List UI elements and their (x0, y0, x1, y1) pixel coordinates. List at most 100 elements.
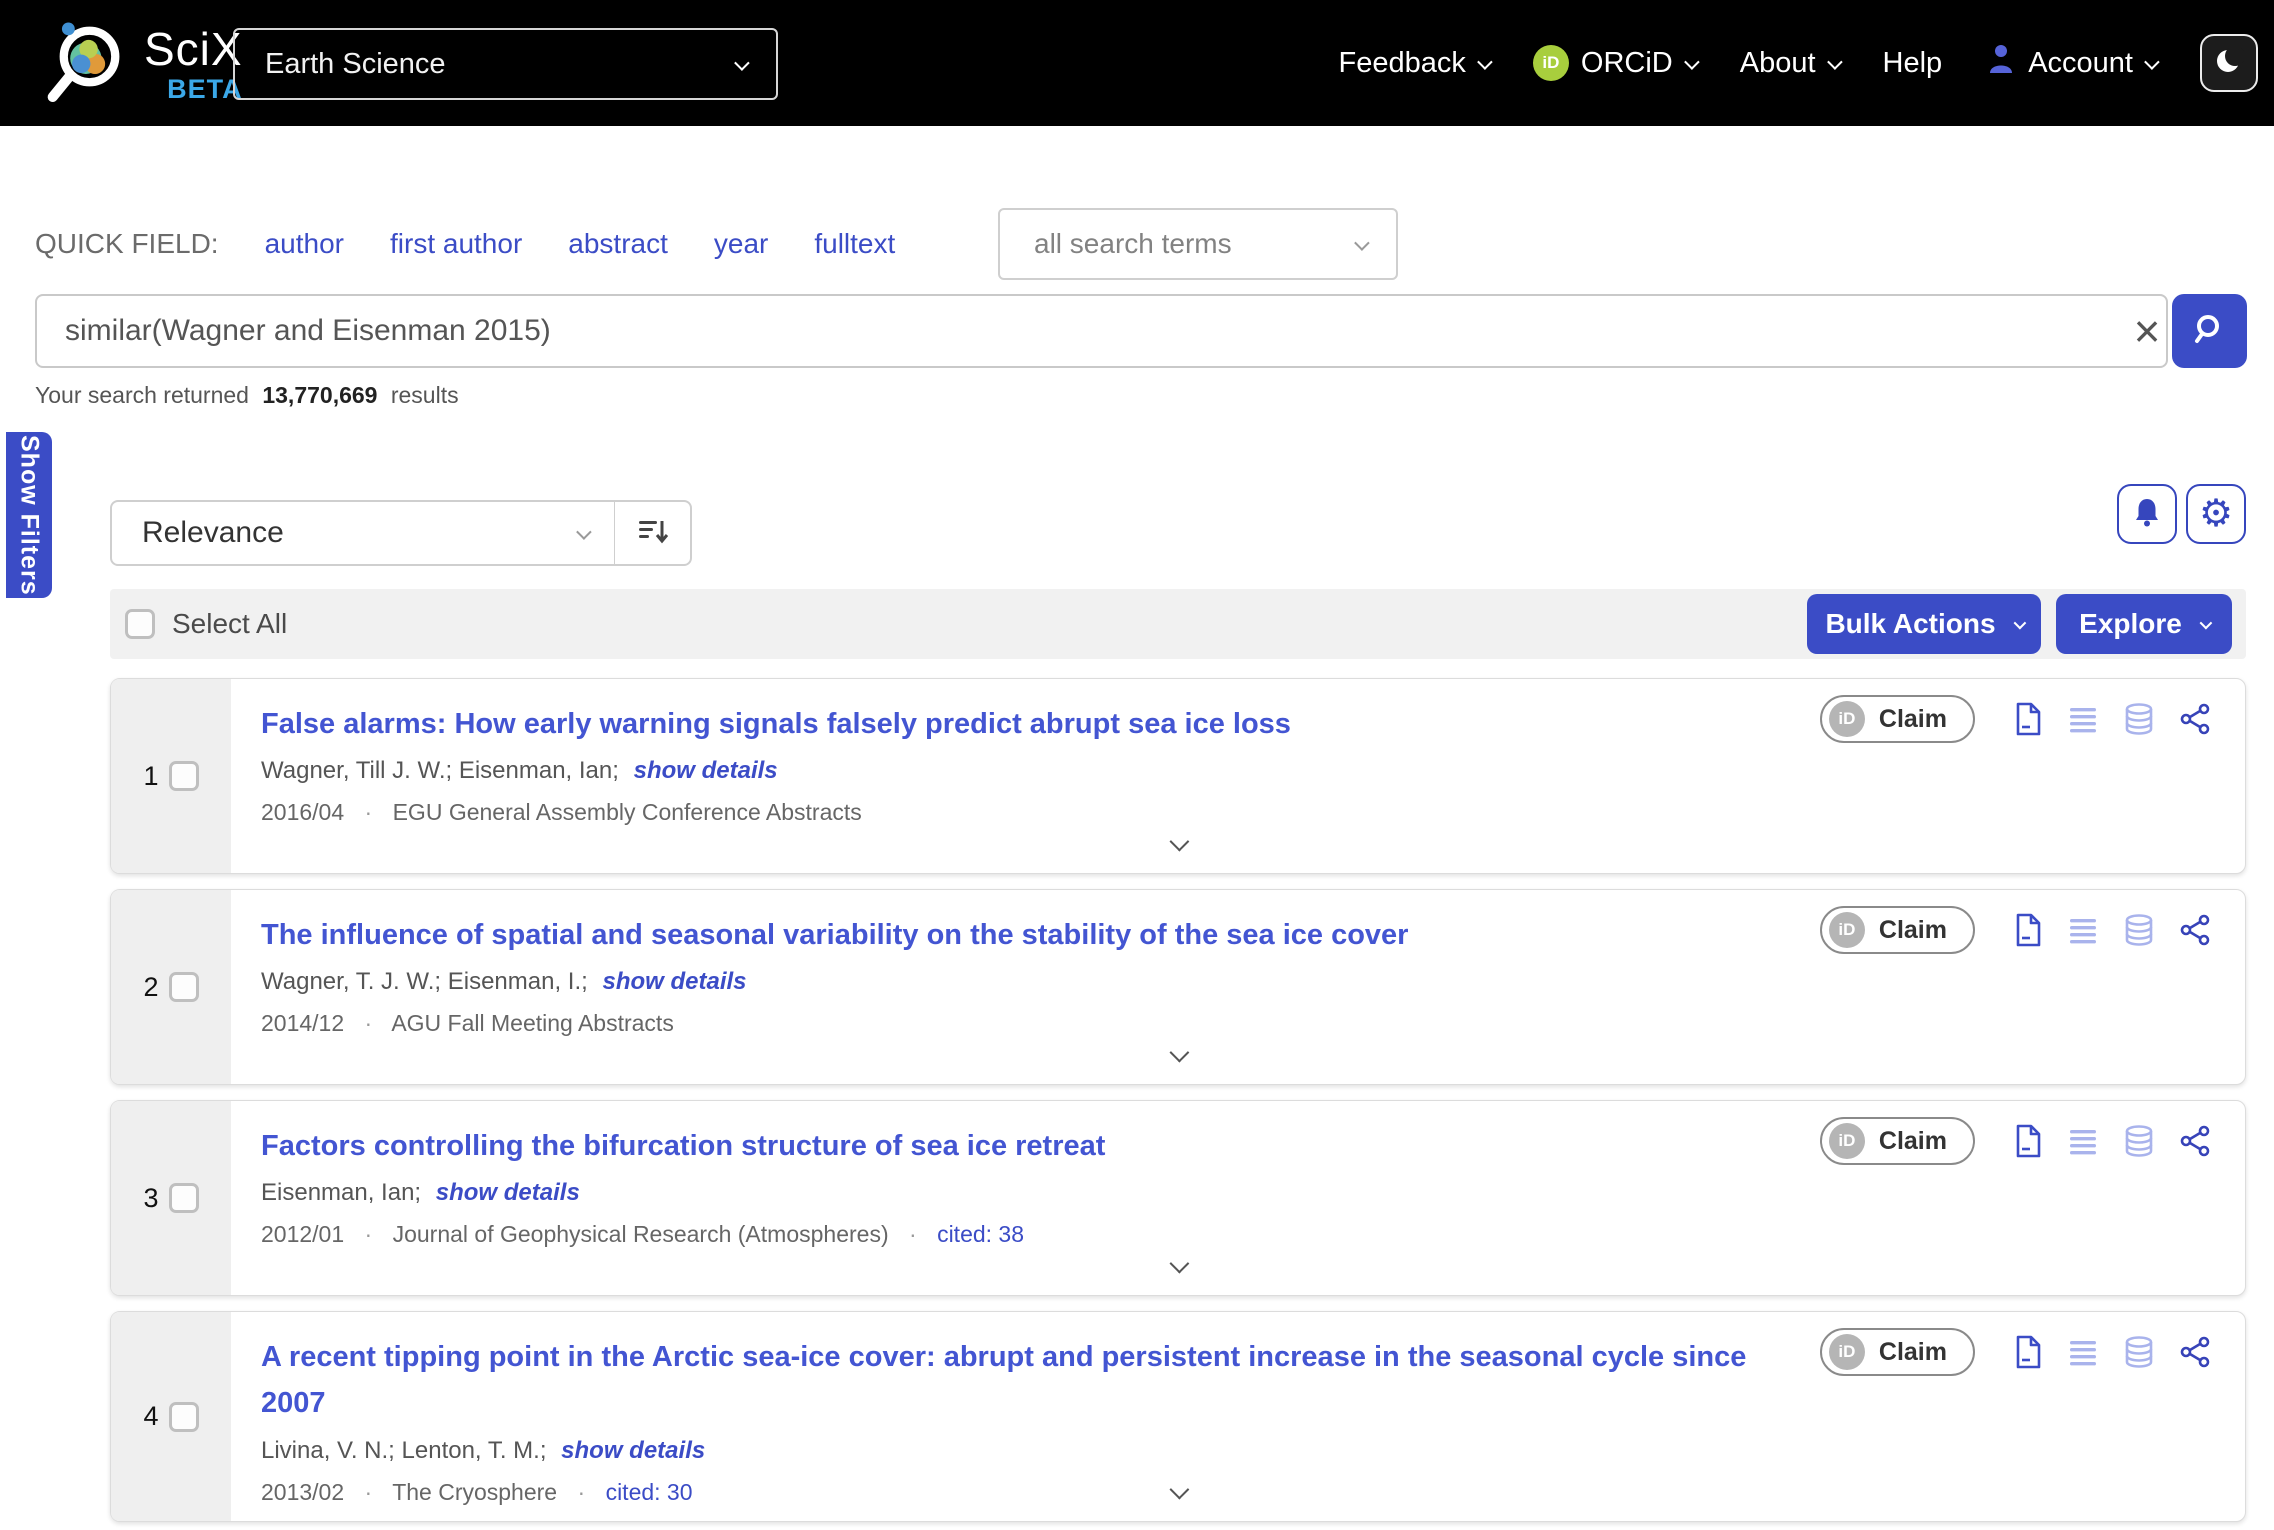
results-count-text: Your search returned 13,770,669 results (35, 382, 459, 409)
abstract-document-icon[interactable] (2013, 702, 2043, 736)
search-button[interactable] (2172, 294, 2247, 368)
data-products-icon[interactable] (2123, 1335, 2155, 1369)
result-checkbox[interactable] (168, 972, 199, 1002)
result-checkbox[interactable] (168, 1401, 199, 1432)
orcid-claim-button[interactable]: iD Claim (1819, 1117, 1975, 1165)
about-label: About (1739, 46, 1816, 79)
expand-result-button[interactable] (1169, 1042, 1190, 1066)
clear-search-button[interactable]: × (2117, 294, 2177, 368)
expand-result-button[interactable] (1169, 831, 1190, 855)
orcid-menu[interactable]: iD ORCiD (1532, 45, 1700, 81)
quick-field-first-author[interactable]: first author (390, 228, 522, 260)
quick-field-author[interactable]: author (265, 228, 344, 260)
result-content: The influence of spatial and seasonal va… (261, 912, 1785, 1037)
collection-select[interactable]: Earth Science (233, 28, 778, 100)
search-input[interactable] (35, 294, 2168, 368)
share-icon[interactable] (2179, 914, 2211, 946)
chevron-down-icon (2199, 616, 2213, 629)
search-terms-select[interactable]: all search terms (998, 208, 1398, 280)
claim-label: Claim (1878, 704, 1947, 733)
show-details-link[interactable]: show details (602, 968, 746, 995)
citations-list-icon[interactable] (2067, 1336, 2099, 1368)
result-title-link[interactable]: The influence of spatial and seasonal va… (261, 912, 1785, 958)
show-filters-tab[interactable]: Show Filters (6, 432, 52, 598)
dark-mode-toggle[interactable] (2200, 34, 2258, 92)
result-selector: 2 (111, 890, 231, 1084)
account-label: Account (2028, 46, 2133, 79)
chevron-down-icon (1169, 1253, 1190, 1274)
orcid-claim-button[interactable]: iD Claim (1819, 1328, 1975, 1376)
claim-label: Claim (1878, 915, 1947, 944)
feedback-menu[interactable]: Feedback (1338, 46, 1493, 80)
authors-text: Livina, V. N.; Lenton, T. M.; (261, 1436, 547, 1464)
expand-result-button[interactable] (1169, 1479, 1190, 1503)
citations-list-icon[interactable] (2067, 914, 2099, 946)
share-icon[interactable] (2179, 1125, 2211, 1157)
authors-text: Wagner, T. J. W.; Eisenman, I.; (261, 968, 588, 996)
result-checkbox[interactable] (168, 761, 199, 791)
bell-icon (2132, 496, 2162, 533)
orcid-claim-button[interactable]: iD Claim (1819, 906, 1975, 954)
about-menu[interactable]: About (1739, 46, 1843, 80)
result-index: 4 (143, 1401, 159, 1431)
citations-list-icon[interactable] (2067, 1125, 2099, 1157)
feedback-label: Feedback (1338, 46, 1466, 79)
brand-name: SciX (144, 23, 243, 75)
result-pub-info: 2014/12 · AGU Fall Meeting Abstracts (261, 1010, 1785, 1037)
help-link[interactable]: Help (1883, 47, 1943, 80)
citations-list-icon[interactable] (2067, 703, 2099, 735)
list-header-bar: Select All Bulk Actions Explore (110, 589, 2246, 659)
account-menu[interactable]: Account (1986, 43, 2160, 83)
quick-field-abstract[interactable]: abstract (568, 228, 668, 260)
abstract-document-icon[interactable] (2013, 1335, 2043, 1369)
result-actions: iD Claim (1819, 1117, 2211, 1165)
result-title-link[interactable]: False alarms: How early warning signals … (261, 701, 1785, 747)
orcid-icon: iD (1828, 1123, 1865, 1159)
bulk-actions-button[interactable]: Bulk Actions (1807, 594, 2041, 654)
explore-button[interactable]: Explore (2056, 594, 2232, 654)
data-products-icon[interactable] (2123, 702, 2155, 736)
brand-beta-badge: BETA (167, 74, 243, 104)
navbar: SciX BETA Earth Science Feedback iD ORCi… (0, 0, 2274, 126)
result-checkbox[interactable] (168, 1183, 199, 1213)
orcid-label: ORCiD (1580, 46, 1673, 79)
result-title-link[interactable]: A recent tipping point in the Arctic sea… (261, 1334, 1785, 1427)
result-index: 2 (143, 971, 159, 1002)
moon-icon (2214, 45, 2245, 81)
result-index: 3 (143, 1182, 159, 1213)
pub-date: 2013/02 (261, 1478, 345, 1505)
chevron-down-icon (734, 54, 750, 71)
share-icon[interactable] (2179, 1336, 2211, 1368)
data-products-icon[interactable] (2123, 1124, 2155, 1158)
sort-direction-button[interactable] (614, 500, 692, 566)
cited-count-link[interactable]: cited: 30 (606, 1479, 693, 1505)
show-details-link[interactable]: show details (436, 1179, 580, 1206)
orcid-claim-button[interactable]: iD Claim (1819, 695, 1975, 743)
pub-separator: · (364, 1221, 373, 1248)
quick-field-year[interactable]: year (714, 228, 768, 260)
result-content: False alarms: How early warning signals … (261, 701, 1785, 826)
show-details-link[interactable]: show details (561, 1437, 705, 1464)
show-details-link[interactable]: show details (634, 757, 778, 784)
chevron-down-icon (1169, 1042, 1190, 1063)
abstract-document-icon[interactable] (2013, 913, 2043, 947)
result-authors: Wagner, Till J. W.; Eisenman, Ian; show … (261, 757, 1785, 785)
result-title-link[interactable]: Factors controlling the bifurcation stru… (261, 1123, 1785, 1169)
notifications-button[interactable] (2117, 484, 2177, 544)
quick-field-fulltext[interactable]: fulltext (814, 228, 895, 260)
abstract-document-icon[interactable] (2013, 1124, 2043, 1158)
sort-select[interactable]: Relevance (110, 500, 616, 566)
authors-text: Eisenman, Ian; (261, 1179, 422, 1207)
select-all-checkbox[interactable] (125, 609, 155, 639)
result-pub-info: 2012/01 · Journal of Geophysical Researc… (261, 1221, 1785, 1248)
cited-count-link[interactable]: cited: 38 (937, 1221, 1024, 1247)
share-icon[interactable] (2179, 703, 2211, 735)
pub-date: 2014/12 (261, 1010, 345, 1037)
sort-select-value: Relevance (142, 516, 284, 549)
settings-button[interactable]: ⚙ (2186, 484, 2246, 544)
expand-result-button[interactable] (1169, 1253, 1190, 1277)
scix-logo[interactable]: SciX BETA (38, 16, 243, 113)
orcid-icon: iD (1828, 912, 1865, 948)
data-products-icon[interactable] (2123, 913, 2155, 947)
pub-separator: · (577, 1478, 586, 1505)
